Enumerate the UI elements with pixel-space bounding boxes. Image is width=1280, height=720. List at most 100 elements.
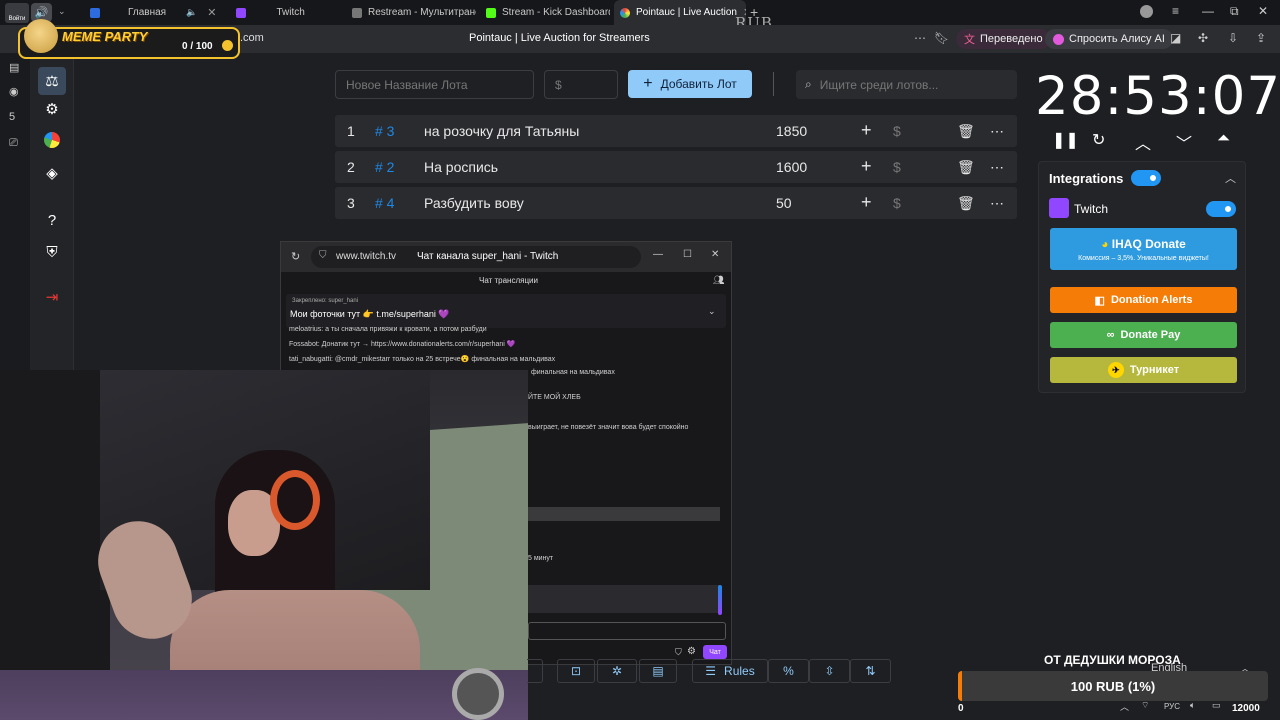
- kick-icon: [486, 7, 496, 18]
- users-icon[interactable]: 👥︎: [713, 275, 724, 286]
- share-icon[interactable]: ⇪: [1256, 31, 1266, 45]
- more-icon[interactable]: ⋯: [990, 159, 1004, 176]
- lot-row: 1 # 3 на розочку для Татьяны 1850 + $ 🗑︎…: [335, 115, 1017, 147]
- restream-icon: [352, 7, 362, 18]
- twitch-toggle[interactable]: [1206, 201, 1236, 217]
- speaker-icon[interactable]: 🔈︎: [1190, 700, 1195, 711]
- wheel-icon[interactable]: [44, 132, 60, 148]
- trash-icon[interactable]: 🗑︎: [957, 195, 975, 212]
- maximize-icon[interactable]: ⧉: [1230, 4, 1239, 19]
- tab-twitch[interactable]: 🔈 ✕ Twitch: [180, 0, 340, 25]
- donation-alerts-button[interactable]: ◧ Donation Alerts: [1050, 287, 1237, 313]
- ihaq-donate-button[interactable]: ◕ IHAQ Donate Комиссия – 3,5%. Уникальны…: [1050, 228, 1237, 270]
- address-domain[interactable]: .com: [240, 32, 264, 44]
- integrations-toggle[interactable]: [1131, 170, 1161, 186]
- chat-scrollbar[interactable]: [718, 585, 722, 615]
- reload-icon[interactable]: ↻: [291, 250, 300, 263]
- tab-kick[interactable]: Stream - Kick Dashboard: [480, 0, 610, 25]
- puzzle-icon[interactable]: ✣: [1198, 31, 1208, 45]
- tab-pointauc[interactable]: Pointauc | Live Auction ✕: [614, 0, 746, 25]
- gavel-icon[interactable]: ⚖: [38, 67, 66, 95]
- chat-input[interactable]: [528, 622, 726, 640]
- search-lots-input[interactable]: ⌕ Ищите среди лотов...: [796, 70, 1017, 99]
- chevron-up-icon[interactable]: ︿: [1135, 130, 1151, 154]
- add-amount-icon[interactable]: +: [861, 156, 872, 177]
- chevron-down-icon[interactable]: ﹀: [1176, 130, 1192, 154]
- toolbar-list-button[interactable]: ▤: [639, 659, 677, 683]
- battery-icon[interactable]: ▭: [1212, 700, 1221, 711]
- chat-line: 5 минут: [528, 555, 554, 562]
- twitch-label: Twitch: [1074, 202, 1109, 216]
- translated-button[interactable]: 文 Переведено: [956, 29, 1051, 49]
- help-icon[interactable]: ?: [42, 210, 62, 230]
- ask-alice-button[interactable]: Спросить Алису AI: [1045, 29, 1173, 49]
- media-icon[interactable]: ◉: [9, 85, 19, 98]
- toolbar-button[interactable]: [527, 659, 543, 683]
- turniket-button[interactable]: ✈ Турникет: [1050, 357, 1237, 383]
- network-icon[interactable]: ⌔: [1141, 700, 1149, 711]
- close-icon[interactable]: ✕: [711, 249, 719, 260]
- pause-icon[interactable]: ❚❚: [1052, 130, 1079, 150]
- chevron-down-icon[interactable]: ⌄: [58, 6, 66, 17]
- microphone: [452, 668, 504, 720]
- sort-button[interactable]: ⇅: [850, 659, 891, 683]
- reset-icon[interactable]: ↻: [1092, 130, 1105, 150]
- layers-icon[interactable]: ◈: [42, 163, 62, 183]
- donation-goal-fill: [958, 671, 962, 701]
- double-chevron-up-icon[interactable]: ⏶: [1217, 130, 1230, 148]
- gear-icon[interactable]: ⚙: [42, 99, 62, 119]
- more-icon[interactable]: ⋯: [990, 123, 1004, 140]
- login-button[interactable]: Войти: [5, 3, 29, 23]
- toolbar-bug-button[interactable]: ✲: [597, 659, 637, 683]
- more-icon[interactable]: ⋯: [990, 195, 1004, 212]
- dollar-icon[interactable]: $: [893, 195, 901, 211]
- extension-icon[interactable]: ◪: [1170, 31, 1181, 45]
- lot-name-input[interactable]: Новое Название Лота: [335, 70, 534, 99]
- tray-chevron-icon[interactable]: ︿: [1120, 700, 1129, 713]
- close-icon[interactable]: ✕: [207, 6, 216, 19]
- twitch-icon: [236, 7, 247, 18]
- chevron-up-icon[interactable]: ︿: [1225, 170, 1236, 186]
- toolbar-import-button[interactable]: ⊡: [557, 659, 595, 683]
- close-window-icon[interactable]: ✕: [1258, 4, 1268, 18]
- bookmark-icon[interactable]: 🔖︎: [934, 31, 949, 45]
- auction-timer: 28:53:07: [1035, 66, 1280, 127]
- trash-icon[interactable]: 🗑︎: [957, 123, 975, 140]
- minimize-icon[interactable]: —: [1202, 4, 1214, 18]
- rules-button[interactable]: ☰ Rules: [692, 659, 768, 683]
- add-lot-button[interactable]: + Добавить Лот: [628, 70, 752, 98]
- chat-send-button[interactable]: Чат: [703, 645, 727, 659]
- donate-pay-button[interactable]: ∞ Donate Pay: [1050, 322, 1237, 348]
- add-amount-icon[interactable]: +: [861, 120, 872, 141]
- headset: [270, 470, 320, 530]
- screenshot-icon[interactable]: ⎚: [9, 137, 18, 150]
- trash-icon[interactable]: 🗑︎: [957, 159, 975, 176]
- percent-button[interactable]: %: [768, 659, 809, 683]
- more-icon[interactable]: ⋯: [914, 31, 926, 45]
- chevron-down-icon[interactable]: ⌄: [708, 306, 716, 317]
- lot-amount-input[interactable]: $: [544, 70, 618, 99]
- chat-line: meloatrius: а ты сначала привяжи к крова…: [289, 326, 487, 333]
- counter-icon[interactable]: 5: [9, 111, 15, 123]
- highlighted-chat-line[interactable]: [528, 507, 720, 521]
- tab-home[interactable]: Главная: [84, 0, 174, 25]
- minimize-icon[interactable]: —: [653, 249, 663, 260]
- shield-icon[interactable]: ⛨: [42, 242, 62, 262]
- chat-header: Чат трансляции: [479, 276, 538, 285]
- maximize-icon[interactable]: ☐: [683, 249, 692, 260]
- background-shelf: [0, 370, 110, 720]
- tab-restream[interactable]: Restream - Мультитрансля: [346, 0, 476, 25]
- logout-icon[interactable]: ⇥: [42, 287, 62, 307]
- dollar-icon[interactable]: $: [893, 123, 901, 139]
- pinned-message[interactable]: Закреплено: super_hani Мои фоточки тут 👉…: [286, 294, 726, 328]
- downloads-icon[interactable]: ⇩: [1228, 31, 1238, 45]
- avatar[interactable]: [1140, 5, 1153, 18]
- shield-icon[interactable]: ⛉: [675, 647, 682, 658]
- dollar-icon[interactable]: $: [893, 159, 901, 175]
- align-button[interactable]: ⇳: [809, 659, 850, 683]
- reading-list-icon[interactable]: ▤: [9, 61, 19, 74]
- gear-icon[interactable]: ⚙: [687, 646, 696, 657]
- menu-icon[interactable]: ≡: [1172, 4, 1179, 18]
- goal-end: 12000: [1232, 703, 1260, 714]
- add-amount-icon[interactable]: +: [861, 192, 872, 213]
